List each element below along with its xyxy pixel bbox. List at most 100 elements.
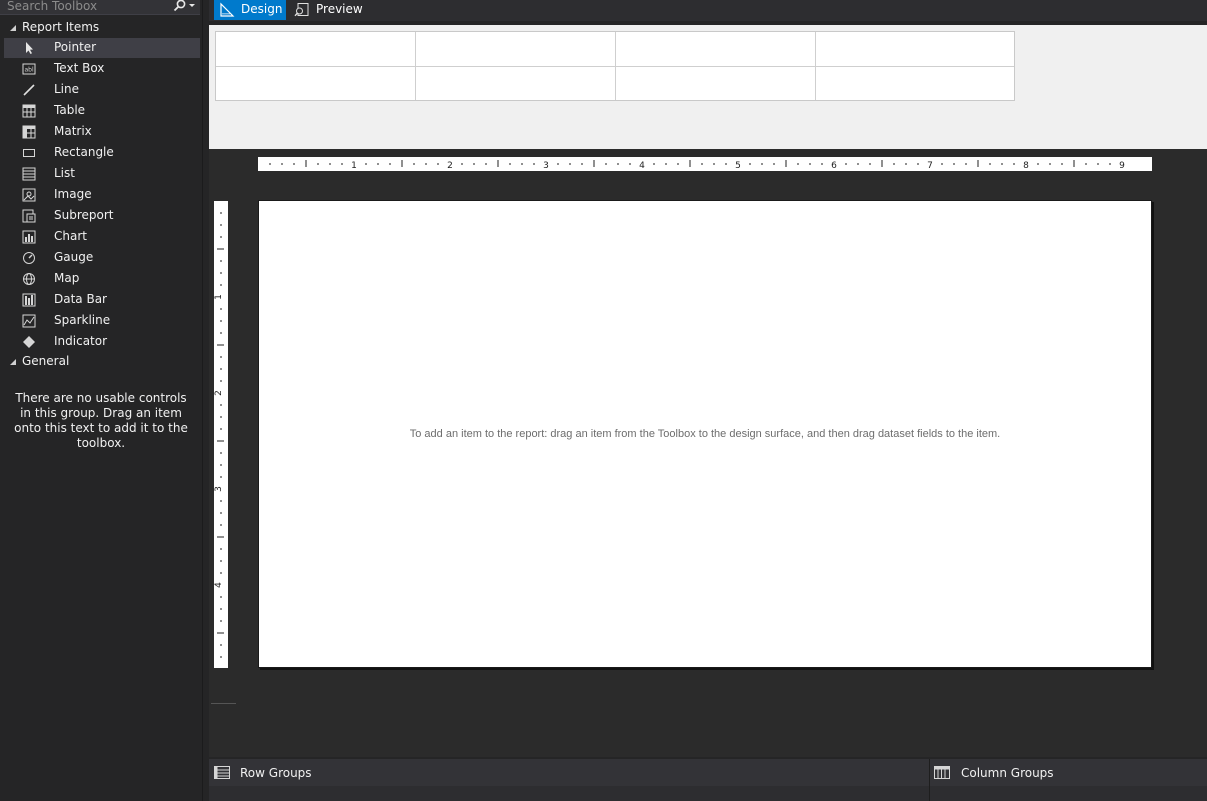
tool-label: Chart: [54, 229, 87, 243]
row-groups-panel[interactable]: Row Groups: [209, 759, 929, 801]
toolbox-panel: Search Toolbox Report Items Pointer abl …: [0, 0, 203, 801]
general-group-header[interactable]: General: [0, 352, 200, 372]
tab-label: Design: [241, 2, 283, 16]
ruler-label: 3: [214, 486, 224, 492]
tool-label: List: [54, 166, 75, 180]
tool-chart[interactable]: Chart: [4, 227, 200, 247]
grid-cell[interactable]: [816, 67, 1014, 100]
tool-subreport[interactable]: Subreport: [4, 206, 200, 226]
textbox-icon: abl: [22, 62, 36, 76]
ruler-label: 2: [214, 390, 224, 396]
tool-indicator[interactable]: Indicator: [4, 332, 200, 352]
tool-label: Line: [54, 82, 80, 96]
rectangle-icon: [22, 146, 36, 160]
map-icon: [22, 272, 36, 286]
column-groups-header: Column Groups: [930, 759, 1207, 786]
row-groups-label: Row Groups: [240, 766, 312, 780]
divider: [211, 703, 236, 704]
tool-label: Subreport: [54, 208, 114, 222]
ruler-label: 2: [447, 161, 453, 171]
tab-design[interactable]: Design: [214, 0, 286, 20]
ruler-label: 3: [543, 161, 549, 171]
vertical-ruler: 1 2 3 4: [214, 201, 228, 668]
tool-rectangle[interactable]: Rectangle: [4, 143, 200, 163]
gauge-icon: [22, 251, 36, 265]
tool-label: Image: [54, 187, 92, 201]
tool-line[interactable]: Line: [4, 80, 200, 100]
report-items-group-header[interactable]: Report Items: [0, 18, 200, 38]
tool-label: Indicator: [54, 334, 108, 348]
tool-label: Data Bar: [54, 292, 107, 306]
ruler-label: 9: [1119, 161, 1125, 171]
grid-cell[interactable]: [416, 67, 616, 100]
tool-table[interactable]: Table: [4, 101, 200, 121]
tool-label: Table: [54, 103, 86, 117]
tool-data-bar[interactable]: Data Bar: [4, 290, 200, 310]
tool-label: Rectangle: [54, 145, 114, 159]
ruler-label: 5: [735, 161, 741, 171]
ruler-label: 4: [214, 582, 224, 588]
indicator-icon: [22, 335, 36, 349]
matrix-icon: [22, 125, 36, 139]
row-groups-icon: [214, 766, 230, 779]
design-surface-hint: To add an item to the report: drag an it…: [409, 428, 1001, 440]
grid-cell[interactable]: [216, 32, 416, 67]
tool-sparkline[interactable]: Sparkline: [4, 311, 200, 331]
ruler-label: 1: [214, 294, 224, 300]
tool-label: Pointer: [54, 40, 97, 54]
grid-cell[interactable]: [616, 32, 816, 67]
search-toolbox-box[interactable]: Search Toolbox: [0, 0, 200, 15]
tool-label: Sparkline: [54, 313, 111, 327]
collapse-arrow-icon: [10, 25, 16, 31]
subreport-icon: [22, 209, 36, 223]
tool-map[interactable]: Map: [4, 269, 200, 289]
svg-text:abl: abl: [25, 67, 34, 74]
row-groups-header: Row Groups: [209, 759, 929, 786]
grouping-pane: Row Groups Column Groups: [209, 759, 1207, 801]
grid-cell[interactable]: [216, 67, 416, 100]
tool-label: Text Box: [54, 61, 105, 75]
list-icon: [22, 167, 36, 181]
column-groups-panel[interactable]: Column Groups: [929, 759, 1207, 801]
ruler-label: 6: [831, 161, 837, 171]
tool-pointer[interactable]: Pointer: [4, 38, 200, 58]
column-groups-icon: [934, 766, 950, 779]
search-icon[interactable]: [170, 0, 198, 14]
grid-cell[interactable]: [416, 32, 616, 67]
grid-cell[interactable]: [816, 32, 1014, 67]
tool-text-box[interactable]: abl Text Box: [4, 59, 200, 79]
collapse-arrow-icon: [10, 359, 16, 365]
ruler-label: 4: [639, 161, 645, 171]
general-empty-message[interactable]: There are no usable controls in this gro…: [10, 391, 192, 451]
pointer-icon: [22, 41, 36, 55]
report-body[interactable]: To add an item to the report: drag an it…: [258, 200, 1152, 668]
ruler-label: 7: [927, 161, 933, 171]
view-tab-bar: Design Preview: [209, 0, 1207, 21]
ruler-label: 1: [351, 161, 357, 171]
chart-icon: [22, 230, 36, 244]
design-ruler-icon: [219, 2, 235, 18]
tool-list[interactable]: List: [4, 164, 200, 184]
image-icon: [22, 188, 36, 202]
dataset-grid: [215, 31, 1015, 101]
preview-icon: [294, 2, 310, 18]
tool-gauge[interactable]: Gauge: [4, 248, 200, 268]
tab-label: Preview: [316, 2, 363, 16]
sparkline-icon: [22, 314, 36, 328]
group-header-label: Report Items: [22, 20, 100, 34]
tool-label: Map: [54, 271, 80, 285]
tab-preview[interactable]: Preview: [289, 0, 363, 20]
tool-image[interactable]: Image: [4, 185, 200, 205]
line-icon: [22, 83, 36, 97]
column-groups-label: Column Groups: [961, 766, 1054, 780]
table-icon: [22, 104, 36, 118]
tool-label: Matrix: [54, 124, 92, 138]
grid-cell[interactable]: [616, 67, 816, 100]
tool-matrix[interactable]: Matrix: [4, 122, 200, 142]
tool-label: Gauge: [54, 250, 94, 264]
search-toolbox-input[interactable]: Search Toolbox: [7, 0, 97, 13]
ruler-label: 8: [1023, 161, 1029, 171]
group-header-label: General: [22, 354, 70, 368]
data-bar-icon: [22, 293, 36, 307]
design-surface: 1 2 3 4 5 6 7 8 9 1 2 3 4 To add an item to the rep…: [209, 149, 1207, 757]
